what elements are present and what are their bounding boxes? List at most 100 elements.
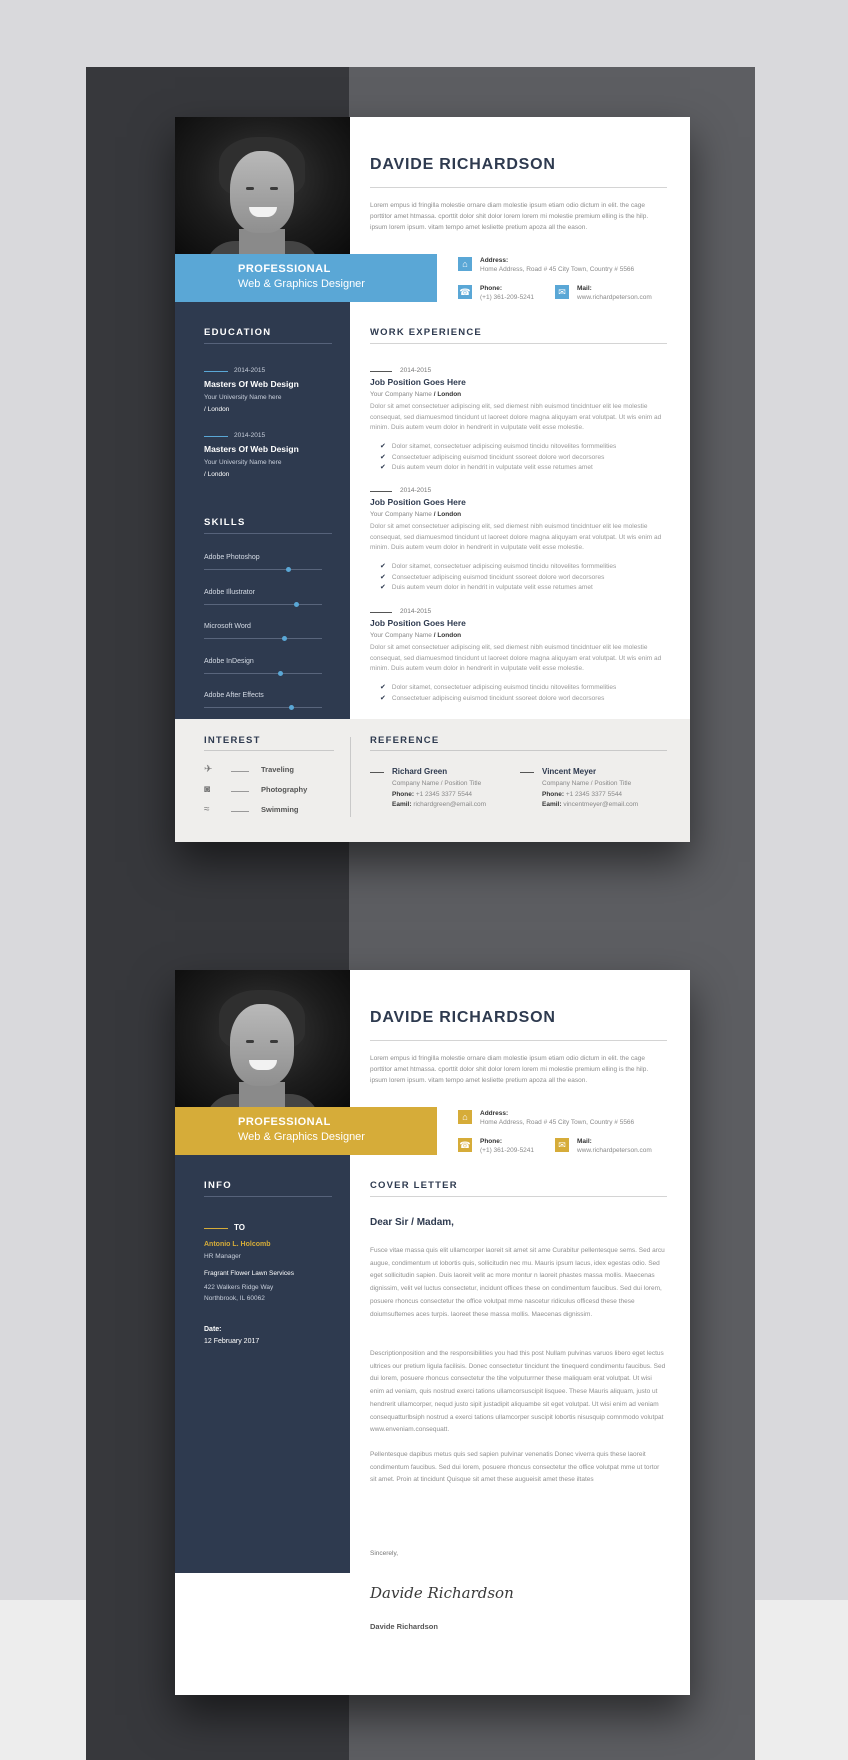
phone-value: +1 2345 3377 5544 xyxy=(565,791,623,798)
job-position: Job Position Goes Here xyxy=(370,618,466,628)
skill-item: Adobe InDesign xyxy=(204,658,322,678)
phone-label: Phone: xyxy=(480,285,503,292)
job-year: 2014-2015 xyxy=(370,608,431,615)
contact-address: ⌂ Address: Home Address, Road # 45 City … xyxy=(458,1110,668,1130)
skill-bar xyxy=(204,707,322,708)
contact-mail: ✉ Mail: www.richardpeterson.com xyxy=(555,285,665,305)
divider xyxy=(370,1040,667,1041)
divider xyxy=(370,750,667,751)
signature: Davide Richardson xyxy=(370,1584,514,1602)
skill-level-marker xyxy=(293,601,299,607)
job-year: 2014-2015 xyxy=(370,487,431,494)
job-description: Dolor sit amet consectetuer adipiscing e… xyxy=(370,644,662,672)
recipient-city: Northbrook, IL 60062 xyxy=(204,1295,265,1302)
company-name: Your Company Name xyxy=(370,632,432,639)
mail-label: Mail: xyxy=(577,1138,592,1145)
date-label: Date: xyxy=(204,1326,222,1333)
check-icon: ✔ xyxy=(380,684,386,691)
bullet-text: Consectetuer adipiscing euismod tincidun… xyxy=(391,453,605,461)
address-label: Address: xyxy=(480,1110,509,1117)
divider xyxy=(370,187,667,188)
home-icon: ⌂ xyxy=(458,257,472,271)
phone-label: Phone: xyxy=(542,791,565,798)
job-position: Job Position Goes Here xyxy=(370,497,466,507)
job-position: Job Position Goes Here xyxy=(370,377,466,387)
recipient-name: Antonio L. Holcomb xyxy=(204,1241,271,1248)
divider xyxy=(204,750,334,751)
job-bullet: ✔ Duis autem veum dolor in hendrit in vul… xyxy=(380,463,616,474)
job-entry: 2014-2015 Job Position Goes Here Your Co… xyxy=(370,487,667,591)
intro-text: Lorem empus id fringilla molestie ornare… xyxy=(370,202,649,231)
company-city: / London xyxy=(433,511,462,518)
home-icon: ⌂ xyxy=(458,1110,472,1124)
swimming-icon: ≈ xyxy=(204,804,210,815)
contact-address: ⌂ Address: Home Address, Road # 45 City … xyxy=(458,257,668,277)
resume-name: DAVIDE RICHARDSON xyxy=(370,1009,556,1026)
skill-name: Adobe Illustrator xyxy=(204,588,255,596)
contact-mail: ✉ Mail: www.richardpeterson.com xyxy=(555,1138,665,1158)
recipient-role: HR Manager xyxy=(204,1253,241,1260)
divider xyxy=(204,533,332,534)
profession-banner: PROFESSIONAL Web & Graphics Designer xyxy=(175,1107,437,1155)
job-bullet: ✔ Consectetuer adipiscing euismod tincidu… xyxy=(380,573,616,584)
interest-label: Traveling xyxy=(261,765,294,774)
education-location: / London xyxy=(204,406,230,413)
job-entry: 2014-2015 Job Position Goes Here Your Co… xyxy=(370,608,667,708)
interest-label: Photography xyxy=(261,785,308,794)
reference-name: Vincent Meyer xyxy=(542,767,597,776)
profession-role: Web & Graphics Designer xyxy=(238,1131,365,1143)
education-heading: EDUCATION xyxy=(204,327,272,338)
reference-phone: Phone: +1 2345 3377 5544 xyxy=(392,791,472,798)
job-bullets: ✔ Dolor sitamet, consectetuer adipiscing … xyxy=(380,683,616,704)
phone-value: (+1) 361-209-5241 xyxy=(480,294,535,301)
interest-item: ◙ Photography xyxy=(204,784,334,797)
education-location: / London xyxy=(204,471,230,478)
resume-name: DAVIDE RICHARDSON xyxy=(370,156,556,173)
reference-heading: REFERENCE xyxy=(370,735,440,746)
cover-letter-page: PROFESSIONAL Web & Graphics Designer DAV… xyxy=(175,970,690,1695)
address-label: Address: xyxy=(480,257,509,264)
letter-greeting: Dear Sir / Madam, xyxy=(370,1217,454,1228)
skill-item: Adobe Illustrator xyxy=(204,589,322,609)
profile-photo xyxy=(175,117,350,254)
profession-banner: PROFESSIONAL Web & Graphics Designer xyxy=(175,254,437,302)
check-icon: ✔ xyxy=(380,453,386,461)
email-value: richardgreen@email.com xyxy=(413,801,487,808)
job-company: Your Company Name / London xyxy=(370,632,461,639)
job-bullet: ✔ Duis autem veum dolor in hendrit in vul… xyxy=(380,583,616,594)
reference-name: Richard Green xyxy=(392,767,448,776)
interest-heading: INTEREST xyxy=(204,735,261,746)
skill-name: Adobe Photoshop xyxy=(204,554,260,561)
profession-title: PROFESSIONAL xyxy=(238,263,331,275)
job-bullet: ✔ Consectetuer adipiscing euismod tincidu… xyxy=(380,694,616,705)
check-icon: ✔ xyxy=(380,584,386,591)
education-degree: Masters Of Web Design xyxy=(204,444,299,454)
company-city: / London xyxy=(433,391,462,398)
skill-level-marker xyxy=(286,567,292,572)
job-description: Dolor sit amet consectetuer adipiscing e… xyxy=(370,523,662,551)
reference-item: Richard Green Company Name / Position Ti… xyxy=(370,767,510,812)
job-bullets: ✔ Dolor sitamet, consectetuer adipiscing … xyxy=(380,442,616,474)
phone-icon: ☎ xyxy=(458,285,472,299)
phone-label: Phone: xyxy=(480,1138,503,1145)
date-value: 12 February 2017 xyxy=(204,1338,260,1345)
skill-name: Adobe After Effects xyxy=(204,692,264,699)
skill-bar xyxy=(204,603,322,605)
bullet-text: Duis autem veum dolor in hendrit in vulp… xyxy=(391,464,593,471)
email-label: Eamil: xyxy=(392,801,412,808)
job-entry: 2014-2015 Job Position Goes Here Your Co… xyxy=(370,367,667,471)
check-icon: ✔ xyxy=(380,464,386,471)
skill-level-marker xyxy=(281,636,287,641)
skill-bar xyxy=(204,569,322,570)
work-experience-heading: WORK EXPERIENCE xyxy=(370,327,482,338)
email-label: Eamil: xyxy=(542,801,562,808)
letter-paragraph: Descriptionposition and the responsibili… xyxy=(370,1350,666,1434)
profession-role: Web & Graphics Designer xyxy=(238,278,365,290)
skill-name: Adobe InDesign xyxy=(204,657,254,665)
job-year: 2014-2015 xyxy=(370,367,431,374)
bullet-text: Duis autem veum dolor in hendrit in vulp… xyxy=(391,584,593,591)
recipient-street: 422 Walkers Ridge Way xyxy=(204,1284,274,1291)
company-name: Your Company Name xyxy=(370,391,432,398)
letter-paragraph: Fusce vitae massa quis elit ullamcorper … xyxy=(370,1247,665,1318)
job-company: Your Company Name / London xyxy=(370,511,461,518)
